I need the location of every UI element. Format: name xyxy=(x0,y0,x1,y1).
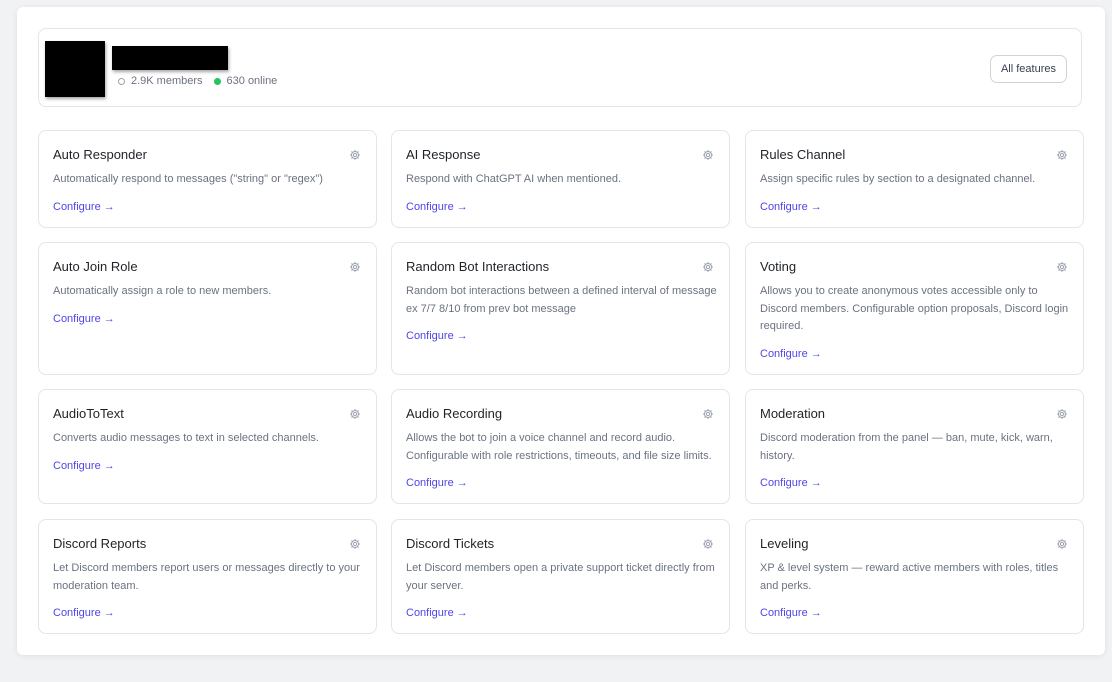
configure-link[interactable]: Configure → xyxy=(406,475,718,493)
configure-link[interactable]: Configure → xyxy=(406,328,718,346)
feature-description: Assign specific rules by section to a de… xyxy=(760,173,1036,185)
feature-description: Discord moderation from the panel — ban,… xyxy=(760,432,1053,462)
feature-description-wrap: Random bot interactions between a define… xyxy=(406,283,718,346)
feature-title: Auto Responder xyxy=(53,147,147,162)
feature-card: Discord Reports Let Discord members repo… xyxy=(38,519,377,634)
feature-description-wrap: Automatically respond to messages ("stri… xyxy=(53,171,365,216)
members-dot-icon xyxy=(118,77,125,85)
gear-icon[interactable] xyxy=(1056,261,1068,273)
online-count: 630 online xyxy=(226,75,278,87)
gear-icon[interactable] xyxy=(349,408,361,420)
feature-description-wrap: Let Discord members report users or mess… xyxy=(53,560,365,623)
configure-link[interactable]: Configure → xyxy=(406,199,718,217)
feature-description-wrap: Automatically assign a role to new membe… xyxy=(53,283,365,328)
feature-description-wrap: Allows you to create anonymous votes acc… xyxy=(760,283,1072,363)
feature-title: Leveling xyxy=(760,536,809,551)
gear-icon[interactable] xyxy=(702,538,714,550)
feature-description: XP & level system — reward active member… xyxy=(760,562,1059,592)
feature-card: AI Response Respond with ChatGPT AI when… xyxy=(391,130,730,228)
feature-title: Discord Reports xyxy=(53,536,147,551)
feature-title: Auto Join Role xyxy=(53,259,138,274)
server-stats: 2.9K members 630 online xyxy=(118,75,277,87)
all-features-button[interactable]: All features xyxy=(989,55,1067,83)
feature-card: AudioToText Converts audio messages to t… xyxy=(38,389,377,504)
feature-title: Random Bot Interactions xyxy=(406,259,550,274)
feature-description-wrap: Let Discord members open a private suppo… xyxy=(406,560,718,623)
feature-description: Allows you to create anonymous votes acc… xyxy=(760,285,1069,332)
feature-card: Moderation Discord moderation from the p… xyxy=(745,389,1084,504)
server-avatar xyxy=(45,41,105,97)
gear-icon[interactable] xyxy=(702,261,714,273)
members-count: 2.9K members xyxy=(131,75,203,87)
feature-card: Leveling XP & level system — reward acti… xyxy=(745,519,1084,634)
feature-description: Respond with ChatGPT AI when mentioned. xyxy=(406,173,622,185)
gear-icon[interactable] xyxy=(1056,149,1068,161)
server-name-redacted xyxy=(112,46,228,70)
feature-description: Automatically assign a role to new membe… xyxy=(53,285,272,297)
feature-description-wrap: XP & level system — reward active member… xyxy=(760,560,1072,623)
feature-card: Audio Recording Allows the bot to join a… xyxy=(391,389,730,504)
feature-description: Allows the bot to join a voice channel a… xyxy=(406,432,712,462)
configure-link[interactable]: Configure → xyxy=(53,458,365,476)
feature-title: Rules Channel xyxy=(760,147,846,162)
feature-description: Random bot interactions between a define… xyxy=(406,285,717,315)
configure-link[interactable]: Configure → xyxy=(760,199,1072,217)
feature-description-wrap: Converts audio messages to text in selec… xyxy=(53,430,365,475)
online-dot-icon xyxy=(213,77,221,85)
feature-title: Voting xyxy=(760,259,797,274)
gear-icon[interactable] xyxy=(1056,538,1068,550)
configure-link[interactable]: Configure → xyxy=(760,475,1072,493)
feature-title: Moderation xyxy=(760,406,826,421)
feature-card: Auto Responder Automatically respond to … xyxy=(38,130,377,228)
feature-title: Discord Tickets xyxy=(406,536,495,551)
feature-description-wrap: Respond with ChatGPT AI when mentioned. … xyxy=(406,171,718,216)
gear-icon[interactable] xyxy=(702,149,714,161)
configure-link[interactable]: Configure → xyxy=(53,311,365,329)
configure-link[interactable]: Configure → xyxy=(406,605,718,623)
feature-card: Voting Allows you to create anonymous vo… xyxy=(745,242,1084,375)
feature-description-wrap: Allows the bot to join a voice channel a… xyxy=(406,430,718,493)
gear-icon[interactable] xyxy=(349,149,361,161)
configure-link[interactable]: Configure → xyxy=(760,605,1072,623)
configure-link[interactable]: Configure → xyxy=(53,605,365,623)
feature-description: Automatically respond to messages ("stri… xyxy=(53,173,323,185)
server-header: 2.9K members 630 online All features xyxy=(38,28,1082,107)
configure-link[interactable]: Configure → xyxy=(53,199,365,217)
configure-link[interactable]: Configure → xyxy=(760,346,1072,364)
feature-card: Rules Channel Assign specific rules by s… xyxy=(745,130,1084,228)
gear-icon[interactable] xyxy=(1056,408,1068,420)
feature-description: Let Discord members open a private suppo… xyxy=(406,562,715,592)
feature-card: Discord Tickets Let Discord members open… xyxy=(391,519,730,634)
gear-icon[interactable] xyxy=(349,538,361,550)
feature-description: Converts audio messages to text in selec… xyxy=(53,432,319,444)
feature-title: Audio Recording xyxy=(406,406,503,421)
feature-title: AudioToText xyxy=(53,406,124,421)
feature-card: Auto Join Role Automatically assign a ro… xyxy=(38,242,377,375)
features-panel: 2.9K members 630 online All features Aut… xyxy=(17,7,1105,655)
gear-icon[interactable] xyxy=(702,408,714,420)
feature-card: Random Bot Interactions Random bot inter… xyxy=(391,242,730,375)
feature-title: AI Response xyxy=(406,147,481,162)
feature-description-wrap: Assign specific rules by section to a de… xyxy=(760,171,1072,216)
feature-description: Let Discord members report users or mess… xyxy=(53,562,360,592)
feature-description-wrap: Discord moderation from the panel — ban,… xyxy=(760,430,1072,493)
gear-icon[interactable] xyxy=(349,261,361,273)
